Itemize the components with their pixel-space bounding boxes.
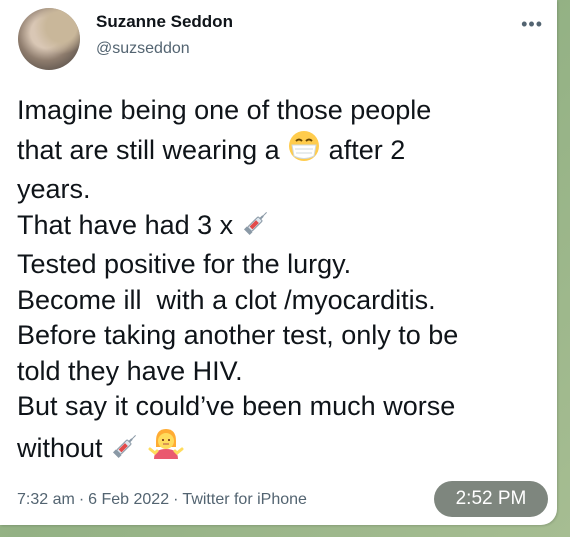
face-with-medical-mask-icon	[287, 129, 321, 173]
tweet-line: without	[17, 425, 547, 471]
tweet-text: Imagine being one of those people that a…	[17, 93, 547, 470]
tweet-line: Tested positive for the lurgy.	[17, 249, 352, 279]
tweet-text-segment: That have had 3 x	[17, 209, 234, 240]
tweet-line: Imagine being one of those people	[17, 95, 432, 125]
tweet-source[interactable]: Twitter for iPhone	[182, 491, 307, 508]
avatar-photo	[18, 8, 80, 70]
tweet-meta: 7:32 am · 6 Feb 2022 · Twitter for iPhone	[17, 491, 307, 509]
meta-separator: ·	[173, 491, 179, 508]
tweet-text-segment: without	[17, 432, 103, 463]
tweet-line: That have had 3 x	[17, 208, 547, 248]
tweet-line: Before taking another test, only to be	[17, 320, 459, 350]
tweet-line: But say it could’ve been much worse	[17, 391, 456, 421]
syringe-icon	[241, 208, 271, 248]
avatar[interactable]	[18, 8, 80, 70]
tweet-time[interactable]: 7:32 am	[17, 491, 75, 508]
more-dots-icon[interactable]: •••	[521, 14, 543, 35]
tweet-text-segment: that are still wearing a	[17, 134, 280, 165]
message-timestamp: 2:52 PM	[434, 481, 548, 517]
author-handle[interactable]: @suzseddon	[96, 40, 190, 58]
tweet-line: Become ill with a clot /myocarditis.	[17, 284, 436, 315]
tweet-date[interactable]: 6 Feb 2022	[88, 491, 169, 508]
tweet-card[interactable]: Suzanne Seddon @suzseddon ••• Imagine be…	[0, 0, 557, 525]
tweet-line: that are still wearing a after 2	[17, 129, 547, 173]
meta-separator: ·	[78, 491, 85, 508]
syringe-icon	[110, 431, 140, 471]
tweet-line: years.	[17, 174, 91, 204]
author-name[interactable]: Suzanne Seddon	[96, 12, 233, 32]
tweet-line: told they have HIV.	[17, 355, 243, 386]
woman-shrugging-icon	[148, 425, 184, 471]
tweet-text-segment: after 2	[328, 134, 406, 165]
